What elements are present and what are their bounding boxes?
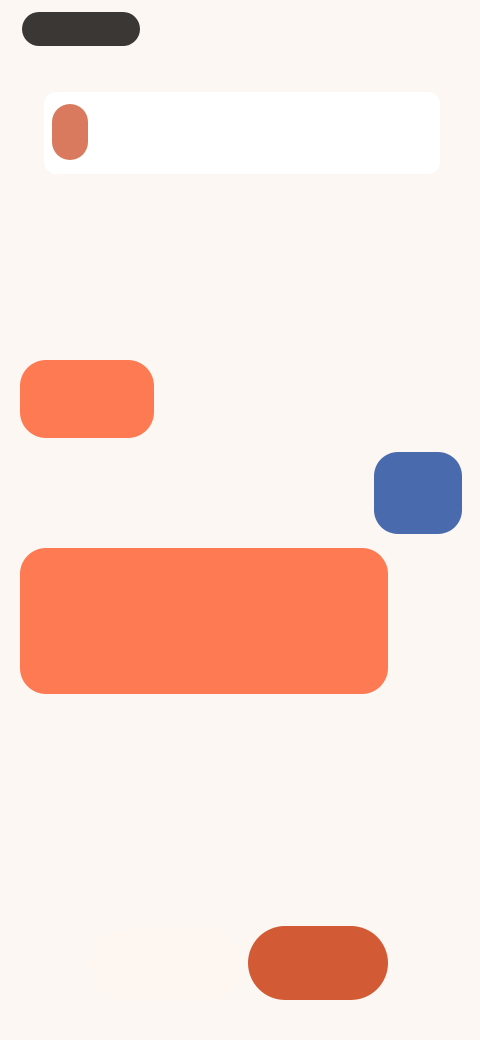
blue-chip[interactable] — [374, 452, 462, 534]
orange-block[interactable] — [20, 548, 388, 694]
header-card-title — [118, 118, 228, 142]
status-sub-label — [66, 248, 226, 272]
status-accent-label — [66, 202, 186, 232]
primary-button[interactable] — [248, 926, 388, 1000]
header-card-meta — [350, 118, 434, 142]
top-right-label — [350, 18, 446, 40]
section-label — [30, 318, 150, 340]
orange-chip[interactable] — [20, 360, 154, 438]
secondary-button[interactable] — [90, 930, 240, 1000]
avatar — [52, 104, 88, 160]
top-left-pill-button[interactable] — [22, 12, 140, 46]
